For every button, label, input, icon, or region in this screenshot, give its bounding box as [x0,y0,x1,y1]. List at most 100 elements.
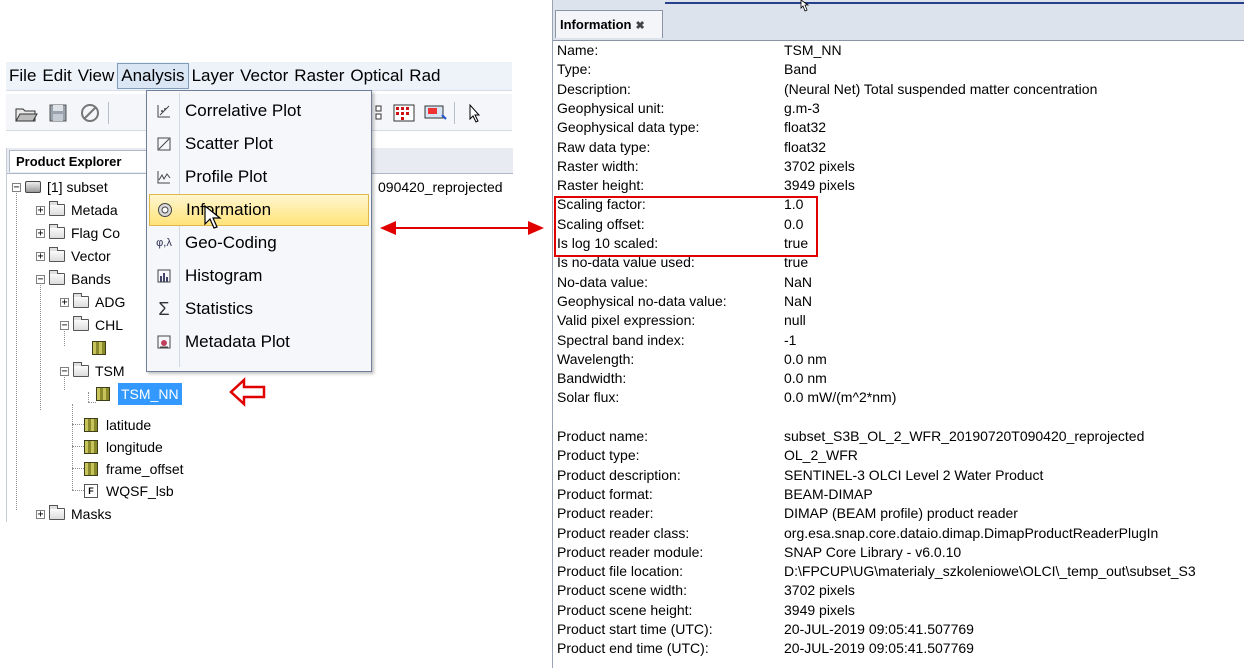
open-folder-icon [73,362,89,377]
tree-item-chl[interactable]: − CHL [60,314,123,336]
info-key: Product reader: [557,505,654,522]
info-value: 20-JUL-2019 09:05:41.507769 [784,640,974,657]
tree-item-tsm[interactable]: − TSM [60,360,125,382]
info-value: Band [784,61,817,78]
mouse-cursor-icon [800,0,810,12]
tree-connector [72,490,84,491]
info-value: float32 [784,138,827,155]
tab-product-explorer[interactable]: Product Explorer [9,150,149,172]
tree-connector [88,392,89,402]
menu-vector[interactable]: Vector [237,63,291,89]
band-icon [84,418,98,432]
tab-information[interactable]: Information ✖ [555,10,663,38]
info-row: Valid pixel expression: null [553,311,1244,330]
expand-toggle-icon[interactable]: + [60,297,69,307]
info-row: Spectral band index: -1 [553,331,1244,350]
menu-file[interactable]: File [6,63,39,89]
info-key: Valid pixel expression: [557,312,696,329]
info-key: No-data value: [557,273,649,290]
info-value: 3949 pixels [784,177,855,194]
tree-connector [72,468,84,469]
tree-connector [40,282,41,410]
info-value: float32 [784,119,827,136]
band-icon [92,341,106,355]
info-key: Wavelength: [557,350,635,367]
info-row: Raster height: 3949 pixels [553,176,1244,195]
menu-item-correlative-plot[interactable]: Correlative Plot [149,95,369,127]
tree-label: Masks [71,506,112,522]
analysis-dropdown-menu: Correlative Plot Scatter Plot Profile Pl… [146,90,372,372]
expand-toggle-icon[interactable]: + [36,228,45,238]
menu-item-metadata-plot[interactable]: Metadata Plot [149,326,369,358]
collapse-toggle-icon[interactable]: − [36,274,45,284]
tree-item-vector-data[interactable]: + Vector [36,245,111,267]
tree-item-wqsf-lsb[interactable]: F WQSF_lsb [84,480,174,502]
menu-analysis[interactable]: Analysis [117,63,189,89]
info-row: Geophysical unit: g.m-3 [553,99,1244,118]
info-row: Product description: SENTINEL-3 OLCI Leve… [553,466,1244,485]
info-row: Wavelength: 0.0 nm [553,350,1244,369]
expand-toggle-icon[interactable]: + [36,509,45,519]
world-map-icon[interactable] [424,102,448,124]
menu-item-profile-plot[interactable]: Profile Plot [149,161,369,193]
info-row: Geophysical data type: float32 [553,118,1244,137]
info-value: g.m-3 [784,99,820,116]
tree-item-chl-band[interactable] [92,337,114,359]
folder-icon [49,224,65,239]
tree-connector [16,188,17,510]
tree-item-frame-offset[interactable]: frame_offset [84,458,184,480]
tree-item-longitude[interactable]: longitude [84,436,163,458]
info-value: 0.0 mW/(m^2*nm) [784,389,897,406]
menu-optical[interactable]: Optical [347,63,406,89]
menu-layer[interactable]: Layer [189,63,238,89]
menu-item-statistics[interactable]: Σ Statistics [149,293,369,325]
tree-item-product[interactable]: − [1] subset [12,176,108,198]
menu-raster[interactable]: Raster [291,63,347,89]
menu-item-geo-coding[interactable]: φ,λ Geo-Coding [149,227,369,259]
open-product-icon[interactable] [14,102,38,124]
info-value: TSM_NN [784,42,842,58]
double-arrow-line [384,227,540,229]
remove-product-icon[interactable] [78,102,102,124]
menu-radar[interactable]: Rad [406,63,443,89]
info-row: Product reader module: SNAP Core Library … [553,543,1244,562]
info-key: Description: [557,80,631,97]
tree-connector [72,424,84,425]
tree-item-tsm-nn[interactable]: TSM_NN [96,383,182,405]
tree-item-masks-node[interactable]: + Masks [36,503,111,525]
info-value: 20-JUL-2019 09:05:41.507769 [784,621,974,637]
tree-item-masks[interactable] [12,503,36,525]
info-row: Type: Band [553,60,1244,79]
arrow-head-right-icon [528,221,544,235]
pixel-info-icon[interactable] [392,102,416,124]
tree-item-bands[interactable]: − Bands [36,268,111,290]
select-tool-icon[interactable] [464,102,488,124]
menu-item-information[interactable]: Information [149,194,369,226]
tree-item-metadata[interactable]: + Metada [36,199,118,221]
info-key: Spectral band index: [557,331,685,348]
tree-item-flag-codings[interactable]: + Flag Co [36,222,120,244]
tree-label: WQSF_lsb [106,483,174,499]
expand-toggle-icon[interactable]: + [36,205,45,215]
tree-label: frame_offset [106,461,184,477]
info-value: NaN [784,273,813,290]
info-key: Type: [557,61,592,78]
tree-label: latitude [106,417,152,433]
tree-item-latitude[interactable]: latitude [84,414,151,436]
menu-view[interactable]: View [75,63,118,89]
expand-toggle-icon[interactable]: + [36,251,45,261]
info-row: Product scene height: 3949 pixels [553,601,1244,620]
info-key: Product description: [557,466,681,483]
toolbar-separator [454,102,455,124]
menu-item-histogram[interactable]: Histogram [149,260,369,292]
menu-item-scatter-plot[interactable]: Scatter Plot [149,128,369,160]
close-tab-icon[interactable]: ✖ [636,20,645,32]
info-row: Product file location: D:\FPCUP\UG\materi… [553,562,1244,581]
collapse-toggle-icon[interactable]: − [12,182,21,192]
save-product-icon[interactable] [46,102,70,124]
info-row: Product format: BEAM-DIMAP [553,485,1244,504]
tree-item-adg[interactable]: + ADG [60,291,125,313]
menu-edit[interactable]: Edit [39,63,74,89]
collapse-toggle-icon[interactable]: − [60,366,69,376]
collapse-toggle-icon[interactable]: − [60,320,69,330]
